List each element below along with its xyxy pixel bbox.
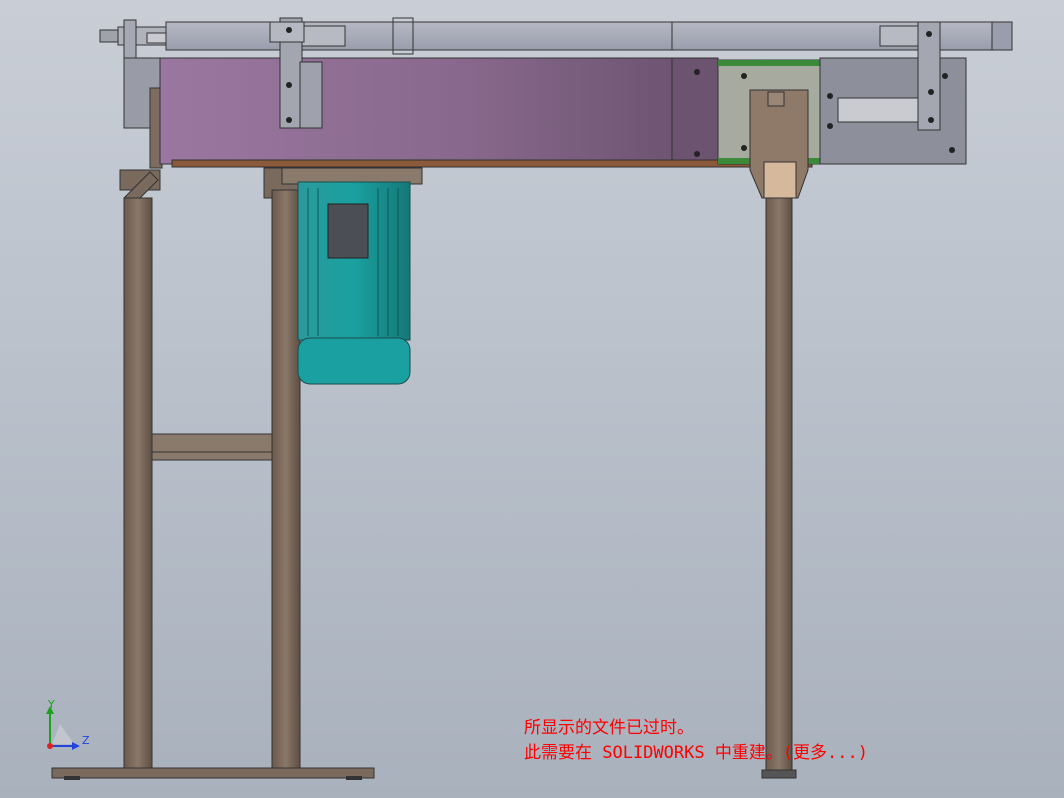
outdated-notice-line1: 所显示的文件已过时。 [524, 718, 694, 738]
belt-body [159, 57, 813, 168]
rebuild-notice-link[interactable]: 此需要在 SOLIDWORKS 中重建。(更多...) [524, 738, 868, 763]
triad-y-label: Y [48, 698, 55, 711]
motor [281, 167, 423, 385]
conveyor-model[interactable] [0, 0, 1064, 798]
triad-z-label: Z [82, 734, 90, 747]
graphics-viewport[interactable]: Y Z 所显示的文件已过时。 此需要在 SOLIDWORKS 中重建。(更多..… [0, 0, 1064, 798]
right-leg [749, 89, 809, 779]
top-rail [99, 17, 1013, 55]
coordinate-triad: Y Z [40, 698, 100, 756]
